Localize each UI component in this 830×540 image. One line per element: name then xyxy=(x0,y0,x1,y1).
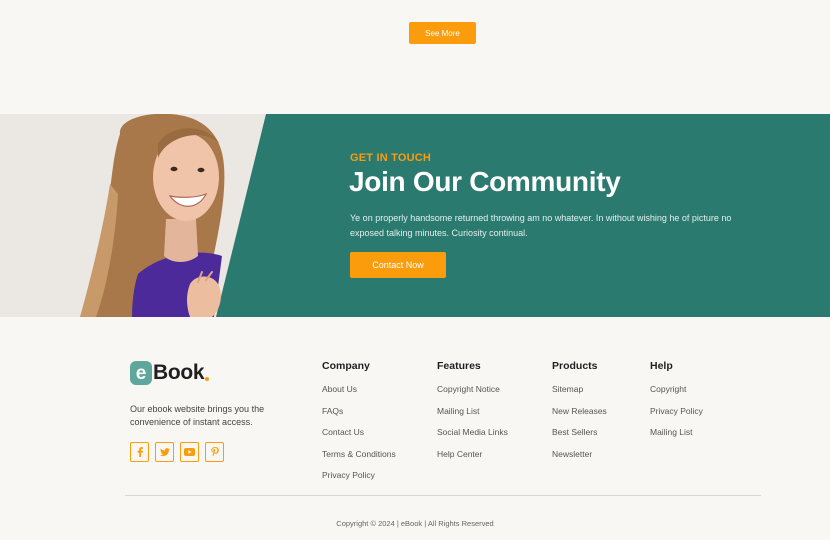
social-links xyxy=(130,442,224,462)
footer-tagline: Our ebook website brings you the conveni… xyxy=(130,404,265,427)
footer-link-about-us[interactable]: About Us xyxy=(322,384,396,406)
footer-column-company: Company About Us FAQs Contact Us Terms &… xyxy=(322,360,396,492)
footer-link-terms[interactable]: Terms & Conditions xyxy=(322,449,396,471)
footer-link-best-sellers[interactable]: Best Sellers xyxy=(552,427,607,449)
column-title: Products xyxy=(552,360,598,372)
logo-badge: e xyxy=(130,361,152,385)
column-title: Help xyxy=(650,360,673,372)
top-section: See More xyxy=(0,0,830,114)
copyright-text: Copyright © 2024 | eBook | All Rights Re… xyxy=(336,519,494,528)
facebook-icon[interactable] xyxy=(130,442,149,462)
footer-link-help-center[interactable]: Help Center xyxy=(437,449,508,471)
contact-now-button[interactable]: Contact Now xyxy=(350,252,446,278)
join-description: Ye on properly handsome returned throwin… xyxy=(350,213,732,238)
pinterest-icon[interactable] xyxy=(205,442,224,462)
join-title: Join Our Community xyxy=(349,166,621,197)
footer-divider xyxy=(125,495,761,496)
footer-link-contact-us[interactable]: Contact Us xyxy=(322,427,396,449)
footer-link-privacy-policy-help[interactable]: Privacy Policy xyxy=(650,406,703,428)
footer-link-sitemap[interactable]: Sitemap xyxy=(552,384,607,406)
footer-link-new-releases[interactable]: New Releases xyxy=(552,406,607,428)
footer-column-features: Features Copyright Notice Mailing List S… xyxy=(437,360,508,470)
logo-dot xyxy=(205,377,210,381)
footer-link-faqs[interactable]: FAQs xyxy=(322,406,396,428)
logo-text: Book xyxy=(153,361,205,384)
youtube-icon[interactable] xyxy=(180,442,199,462)
see-more-button[interactable]: See More xyxy=(409,22,476,44)
join-community-banner: GET IN TOUCH Join Our Community Ye on pr… xyxy=(0,114,830,317)
footer-link-copyright-notice[interactable]: Copyright Notice xyxy=(437,384,508,406)
column-title: Company xyxy=(322,360,370,372)
footer-link-social-media-links[interactable]: Social Media Links xyxy=(437,427,508,449)
footer-link-mailing-list[interactable]: Mailing List xyxy=(437,406,508,428)
footer: e Book Our ebook website brings you the … xyxy=(0,317,830,540)
footer-link-copyright[interactable]: Copyright xyxy=(650,384,703,406)
footer-column-help: Help Copyright Privacy Policy Mailing Li… xyxy=(650,360,703,449)
footer-link-mailing-list-help[interactable]: Mailing List xyxy=(650,427,703,449)
footer-column-products: Products Sitemap New Releases Best Selle… xyxy=(552,360,607,470)
column-title: Features xyxy=(437,360,481,372)
twitter-icon[interactable] xyxy=(155,442,174,462)
footer-link-privacy-policy[interactable]: Privacy Policy xyxy=(322,470,396,492)
footer-link-newsletter[interactable]: Newsletter xyxy=(552,449,607,471)
join-eyebrow: GET IN TOUCH xyxy=(350,152,432,164)
ebook-logo[interactable]: e Book xyxy=(130,361,210,385)
